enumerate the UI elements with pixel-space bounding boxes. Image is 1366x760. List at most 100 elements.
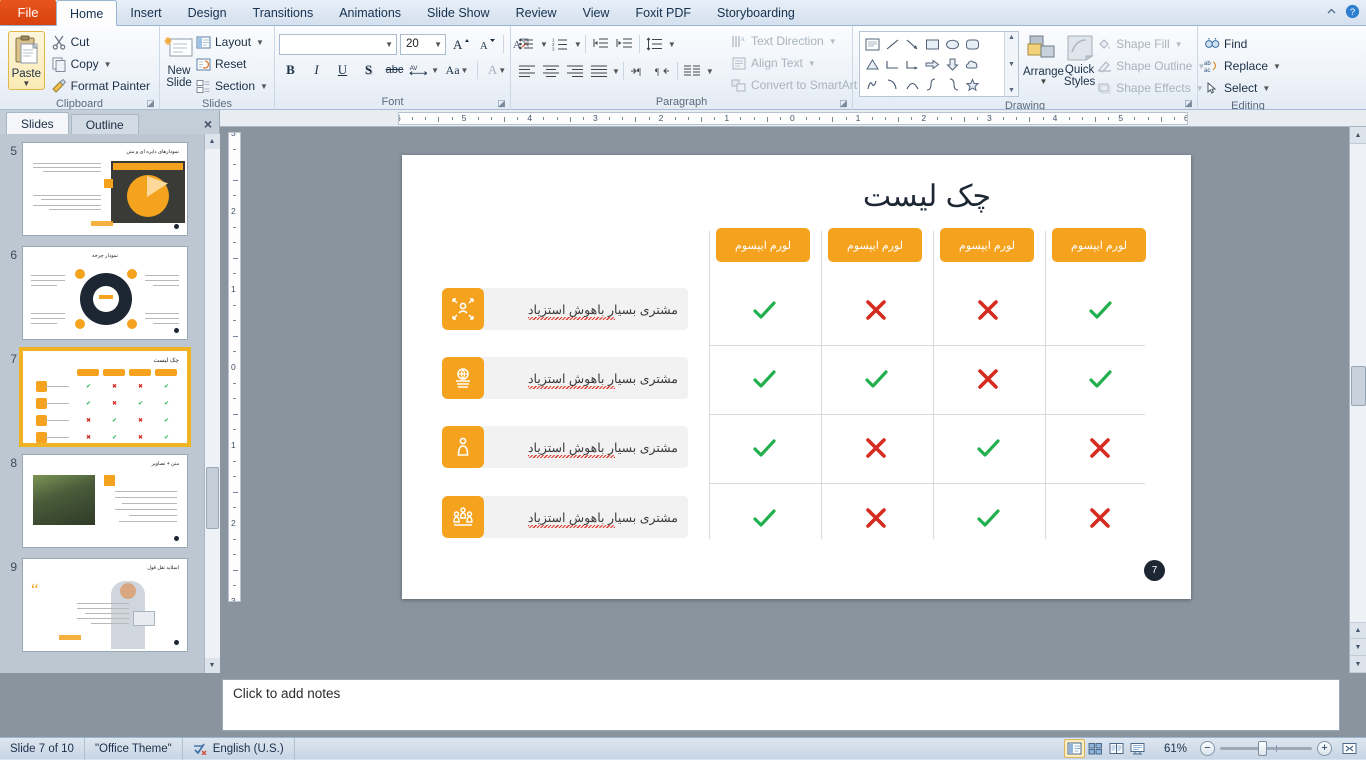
justify-button[interactable] (587, 60, 610, 82)
shape-cloud-icon[interactable] (962, 54, 982, 74)
columns-caret2[interactable]: ▼ (706, 67, 714, 76)
cell-r1c1[interactable] (709, 275, 819, 345)
numbering-button[interactable]: 123 (549, 33, 572, 55)
help-icon[interactable]: ? (1345, 4, 1360, 19)
tab-file[interactable]: File (0, 0, 56, 25)
shape-effects-button[interactable]: Shape Effects ▼ (1095, 77, 1210, 99)
shape-down-arrow-icon[interactable] (942, 54, 962, 74)
shape-arrow-icon[interactable] (902, 34, 922, 54)
tab-foxit-pdf[interactable]: Foxit PDF (622, 1, 704, 25)
theme-name[interactable]: "Office Theme" (85, 738, 183, 760)
convert-to-smartart-button[interactable]: Convert to SmartArt ▼ (729, 74, 853, 96)
align-text-caret[interactable]: ▼ (808, 59, 816, 68)
thumbnail-item-7[interactable]: 7 چک لیست (0, 350, 204, 444)
shape-elbow-arrow-icon[interactable] (902, 54, 922, 74)
tab-slide-show[interactable]: Slide Show (414, 1, 503, 25)
shape-scribble-icon[interactable] (862, 74, 882, 94)
shrink-font-button[interactable]: A (475, 33, 498, 55)
shape-line-icon[interactable] (882, 34, 902, 54)
font-name-combo[interactable]: ▼ (279, 34, 397, 55)
cell-r2c4[interactable] (1045, 344, 1155, 414)
column-header-1[interactable]: لورم ایپسوم (716, 228, 810, 262)
align-center-button[interactable] (539, 60, 562, 82)
columns-caret[interactable]: ▼ (612, 67, 620, 76)
thumbnail-preview-5[interactable]: نمودارهای دایره ای و متن (22, 142, 188, 236)
tab-transitions[interactable]: Transitions (240, 1, 327, 25)
slide-counter[interactable]: Slide 7 of 10 (0, 738, 85, 760)
columns-button[interactable] (681, 60, 704, 82)
grow-font-button[interactable]: A (449, 33, 472, 55)
shapes-scroll-down-icon[interactable]: ▼ (1008, 61, 1015, 68)
reset-button[interactable]: Reset (194, 53, 273, 75)
cell-r4c4[interactable] (1045, 483, 1155, 553)
text-direction-button[interactable]: A Text Direction ▼ (729, 30, 853, 52)
bold-button[interactable]: B (279, 59, 302, 81)
rtl-text-direction-button[interactable]: ¶ (651, 60, 674, 82)
increase-indent-button[interactable] (613, 33, 636, 55)
arrange-button[interactable]: Arrange ▼ (1023, 32, 1064, 85)
next-slide-button[interactable]: ▼ (1350, 639, 1366, 656)
cell-r3c2[interactable] (821, 413, 931, 483)
align-right-button[interactable] (563, 60, 586, 82)
tab-review[interactable]: Review (503, 1, 570, 25)
numbering-caret[interactable]: ▼ (574, 40, 582, 49)
slide-scroll-down-icon[interactable]: ▼ (1350, 656, 1366, 673)
table-row-1-label-pill[interactable]: مشتری بسیار باهوش استزیاد (442, 288, 688, 330)
change-case-button[interactable]: Aa ▼ (442, 59, 472, 81)
cell-r3c1[interactable] (709, 413, 819, 483)
font-name-caret[interactable]: ▼ (385, 40, 393, 49)
column-header-4[interactable]: لورم ایپسوم (1052, 228, 1146, 262)
shape-curve-icon[interactable] (882, 74, 902, 94)
shape-fill-button[interactable]: Shape Fill ▼ (1095, 33, 1210, 55)
tab-design[interactable]: Design (175, 1, 240, 25)
reading-view-button[interactable] (1106, 739, 1127, 758)
clipboard-dialog-launcher[interactable]: ◪ (145, 98, 156, 109)
font-size-caret[interactable]: ▼ (434, 40, 442, 49)
zoom-slider[interactable]: − + (1193, 741, 1339, 756)
tab-home[interactable]: Home (56, 0, 117, 26)
align-text-button[interactable]: Align Text ▼ (729, 52, 853, 74)
ltr-text-direction-button[interactable]: ¶ (627, 60, 650, 82)
thumbnail-scroll-up-icon[interactable]: ▲ (205, 134, 220, 149)
shape-ellipse-icon[interactable] (942, 34, 962, 54)
shapes-gallery[interactable]: ▲ ▼ ▼ (859, 31, 1019, 97)
shape-triangle-icon[interactable] (862, 54, 882, 74)
copy-button[interactable]: Copy ▼ (49, 53, 155, 75)
shape-textbox-icon[interactable] (862, 34, 882, 54)
character-spacing-caret[interactable]: ▼ (431, 66, 439, 75)
select-caret[interactable]: ▼ (1262, 84, 1270, 93)
zoom-slider-handle[interactable] (1258, 741, 1267, 756)
thumbnail-preview-8[interactable]: متن + تصاویر (22, 454, 188, 548)
font-color-caret[interactable]: ▼ (498, 66, 506, 75)
font-color-button[interactable]: A ▼ (483, 59, 511, 81)
close-pane-icon[interactable]: × (204, 117, 212, 131)
cell-r4c3[interactable] (933, 483, 1043, 553)
section-button[interactable]: Section ▼ (194, 75, 273, 97)
shape-left-brace-icon[interactable] (922, 74, 942, 94)
chevron-up-icon[interactable] (1325, 5, 1338, 18)
slide-sorter-view-button[interactable] (1085, 739, 1106, 758)
cell-r1c4[interactable] (1045, 275, 1155, 345)
decrease-indent-button[interactable] (589, 33, 612, 55)
font-dialog-launcher[interactable]: ◪ (496, 98, 507, 109)
shape-right-arrow-icon[interactable] (922, 54, 942, 74)
strikethrough-button[interactable]: abc (383, 59, 406, 81)
thumbnail-preview-6[interactable]: نمودار چرخه (22, 246, 188, 340)
find-button[interactable]: Find (1202, 33, 1286, 55)
tab-insert[interactable]: Insert (117, 1, 174, 25)
format-painter-button[interactable]: Format Painter (49, 75, 155, 97)
zoom-out-button[interactable]: − (1200, 741, 1215, 756)
cell-r1c2[interactable] (821, 275, 931, 345)
shapes-more-icon[interactable]: ▼ (1008, 87, 1015, 94)
cell-r4c1[interactable] (709, 483, 819, 553)
thumbnail-scrollbar[interactable]: ▲ ▼ (204, 134, 219, 673)
thumbnail-scroll-track[interactable] (205, 149, 220, 658)
slide-7[interactable]: چک لیست لورم ایپسوم لورم ایپسوم لورم ایپ… (402, 155, 1191, 599)
shape-fill-caret[interactable]: ▼ (1175, 40, 1183, 49)
slide-canvas[interactable]: چک لیست لورم ایپسوم لورم ایپسوم لورم ایپ… (220, 127, 1366, 673)
tab-view[interactable]: View (570, 1, 623, 25)
table-row-2-label-pill[interactable]: مشتری بسیار باهوش استزیاد (442, 357, 688, 399)
language-status[interactable]: English (U.S.) (183, 738, 295, 760)
font-size-combo[interactable]: 20 ▼ (400, 34, 446, 55)
cell-r3c4[interactable] (1045, 413, 1155, 483)
